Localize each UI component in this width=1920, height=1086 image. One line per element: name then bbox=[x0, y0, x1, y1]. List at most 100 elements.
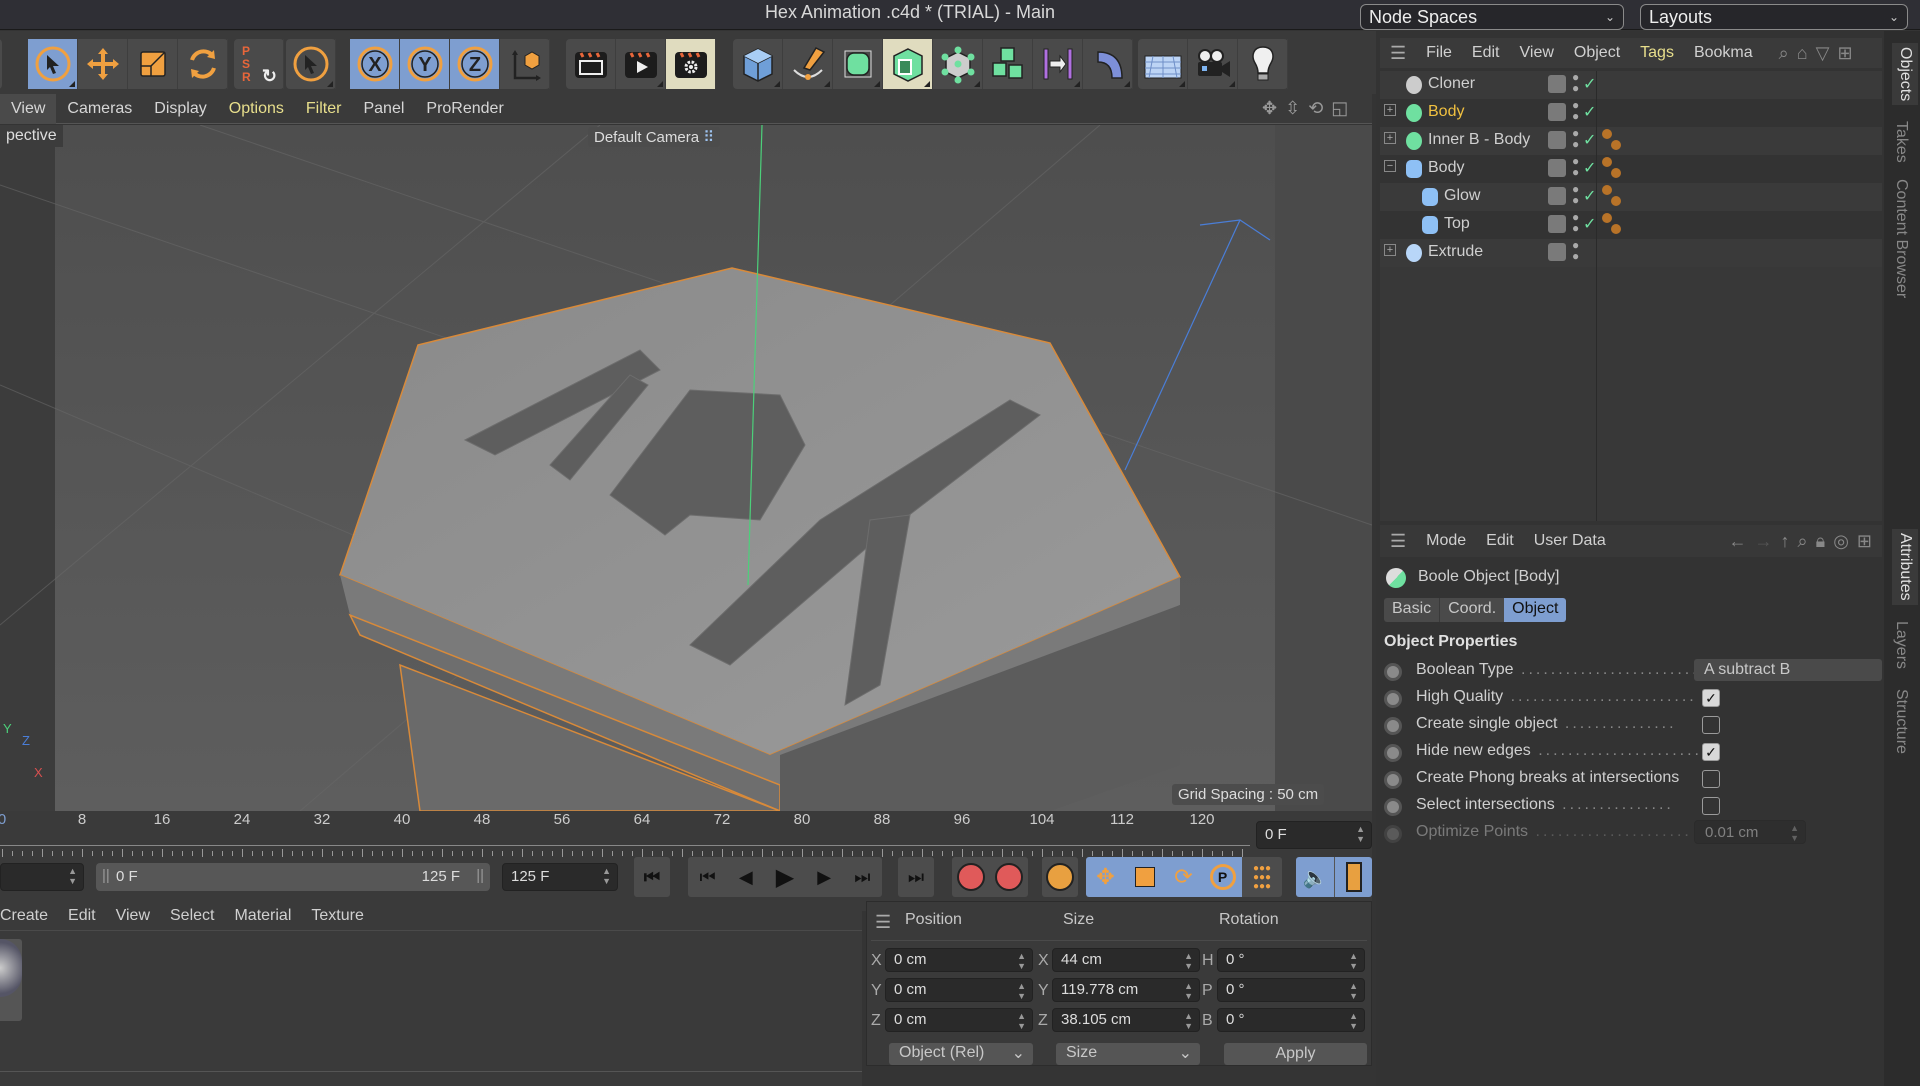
material-menu-view[interactable]: View bbox=[106, 907, 160, 925]
layer-toggle-icon[interactable] bbox=[1548, 187, 1566, 205]
camera-label[interactable]: Default Camera ⠿ bbox=[588, 127, 721, 147]
attributes-menu-mode[interactable]: Mode bbox=[1416, 532, 1476, 550]
floor-button[interactable] bbox=[1138, 39, 1188, 89]
animate-radio-icon[interactable] bbox=[1384, 825, 1402, 843]
key-scale-icon[interactable] bbox=[1125, 857, 1164, 897]
animate-radio-icon[interactable] bbox=[1384, 798, 1402, 816]
stepper-icon[interactable]: ▲ ▼ bbox=[1349, 951, 1358, 971]
z-axis-lock-button[interactable]: Z bbox=[450, 39, 500, 89]
attributes-tab-object[interactable]: Object bbox=[1504, 598, 1567, 622]
enabled-check-icon[interactable]: ✓ bbox=[1583, 186, 1596, 206]
visibility-dots-icon[interactable]: ● ● bbox=[1572, 239, 1579, 262]
visibility-dots-icon[interactable]: ● ● bbox=[1572, 211, 1579, 234]
key-position-icon[interactable]: ✥ bbox=[1086, 857, 1125, 897]
x-axis-lock-button[interactable]: X bbox=[350, 39, 400, 89]
objects-menu-file[interactable]: File bbox=[1416, 44, 1462, 62]
viewport-menu-prorender[interactable]: ProRender bbox=[415, 94, 514, 124]
material-tag-icon[interactable] bbox=[1602, 157, 1624, 181]
object-row[interactable]: + Body ● ● ✓ bbox=[1380, 99, 1882, 127]
next-frame-icon[interactable]: ▶ bbox=[817, 867, 831, 888]
stepper-icon[interactable]: ▲ ▼ bbox=[1017, 981, 1026, 1001]
attributes-tab-basic[interactable]: Basic bbox=[1384, 598, 1440, 622]
attributes-menu-user-data[interactable]: User Data bbox=[1524, 532, 1616, 550]
hamburger-icon[interactable]: ☰ bbox=[1380, 43, 1416, 64]
up-arrow-icon[interactable]: ↑ bbox=[1781, 531, 1790, 552]
render-picture-viewer-button[interactable] bbox=[616, 39, 666, 89]
material-swatch[interactable] bbox=[0, 939, 22, 1021]
camera-button[interactable] bbox=[1188, 39, 1238, 89]
range-handle-right[interactable]: || bbox=[476, 867, 484, 884]
back-arrow-icon[interactable]: ← bbox=[1729, 531, 1747, 552]
object-row[interactable]: + Inner B - Body ● ● ✓ bbox=[1380, 127, 1882, 155]
material-menu-texture[interactable]: Texture bbox=[301, 907, 373, 925]
hamburger-icon[interactable]: ☰ bbox=[875, 912, 891, 933]
enabled-check-icon[interactable]: ✓ bbox=[1583, 158, 1596, 178]
max-frame-field[interactable]: 125 F ▲ ▼ bbox=[502, 863, 618, 891]
play-icon[interactable]: ▶ bbox=[776, 863, 794, 892]
psr-button[interactable]: P S R ↻ bbox=[234, 39, 284, 89]
stepper-icon[interactable]: ▲ ▼ bbox=[1184, 981, 1193, 1001]
objects-menu-object[interactable]: Object bbox=[1564, 44, 1630, 62]
scale-tool-button[interactable] bbox=[128, 39, 178, 89]
record-key-icon[interactable] bbox=[957, 863, 985, 891]
forward-arrow-icon[interactable]: → bbox=[1755, 531, 1773, 552]
optimize-points-field[interactable]: 0.01 cm ▲ ▼ bbox=[1694, 820, 1806, 844]
collapse-icon[interactable]: − bbox=[1384, 160, 1396, 172]
coord-mode-select[interactable]: Object (Rel) ⌄ bbox=[889, 1043, 1033, 1065]
objects-menu-view[interactable]: View bbox=[1510, 44, 1564, 62]
viewport-menu-view[interactable]: View bbox=[0, 93, 57, 124]
layer-toggle-icon[interactable] bbox=[1548, 131, 1566, 149]
move-tool-button[interactable] bbox=[78, 39, 128, 89]
property-checkbox[interactable] bbox=[1702, 716, 1720, 734]
animate-radio-icon[interactable] bbox=[1384, 690, 1402, 708]
sound-icon[interactable]: 🔈 bbox=[1296, 857, 1334, 897]
layer-toggle-icon[interactable] bbox=[1548, 159, 1566, 177]
cloner-button[interactable] bbox=[933, 39, 983, 89]
coord-value-field[interactable]: 0 cm ▲ ▼ bbox=[885, 978, 1033, 1002]
hamburger-icon[interactable]: ☰ bbox=[1380, 531, 1416, 552]
tab-layers[interactable]: Layers bbox=[1892, 621, 1910, 669]
layouts-select[interactable]: Layouts ⌄ bbox=[1640, 4, 1908, 30]
current-frame-field[interactable]: 0 F ▲ ▼ bbox=[1256, 821, 1372, 849]
enabled-check-icon[interactable]: ✓ bbox=[1583, 102, 1596, 122]
orbit-icon[interactable]: ⟲ bbox=[1308, 98, 1323, 119]
home-icon[interactable]: ⌂ bbox=[1797, 43, 1808, 64]
search-icon[interactable]: ⌕ bbox=[1779, 43, 1789, 64]
animate-radio-icon[interactable] bbox=[1384, 744, 1402, 762]
objects-menu-bookmarks[interactable]: Bookma bbox=[1684, 44, 1763, 62]
stepper-icon[interactable]: ▲ ▼ bbox=[1349, 981, 1358, 1001]
maximize-view-icon[interactable]: ◱ bbox=[1331, 98, 1348, 119]
cube-button[interactable] bbox=[733, 39, 783, 89]
live-selection-button[interactable] bbox=[286, 39, 336, 89]
subdivision-surface-button[interactable] bbox=[833, 39, 883, 89]
enabled-check-icon[interactable]: ✓ bbox=[1583, 74, 1596, 94]
prev-frame-icon[interactable]: ◀ bbox=[739, 867, 753, 888]
stepper-icon[interactable]: ▲ ▼ bbox=[1790, 823, 1799, 843]
coord-size-select[interactable]: Size ⌄ bbox=[1056, 1043, 1200, 1065]
y-axis-lock-button[interactable]: Y bbox=[400, 39, 450, 89]
object-row[interactable]: − Body ● ● ✓ bbox=[1380, 155, 1882, 183]
render-settings-button[interactable] bbox=[666, 39, 716, 89]
light-button[interactable] bbox=[1238, 39, 1288, 89]
target-icon[interactable]: ◎ bbox=[1833, 531, 1849, 552]
pan-icon[interactable]: ✥ bbox=[1262, 98, 1277, 119]
viewport-menu-display[interactable]: Display bbox=[143, 94, 217, 124]
property-checkbox[interactable]: ✓ bbox=[1702, 689, 1720, 707]
tab-objects[interactable]: Objects bbox=[1892, 43, 1918, 106]
animate-radio-icon[interactable] bbox=[1384, 663, 1402, 681]
3d-viewport[interactable]: pective Default Camera ⠿ Grid Spacing : … bbox=[0, 125, 1372, 811]
select-tool-button[interactable] bbox=[28, 39, 78, 89]
key-rotation-icon[interactable]: ⟳ bbox=[1164, 857, 1203, 897]
new-panel-icon[interactable]: ⊞ bbox=[1857, 531, 1872, 552]
search-icon[interactable]: ⌕ bbox=[1798, 531, 1808, 552]
coord-value-field[interactable]: 119.778 cm ▲ ▼ bbox=[1052, 978, 1200, 1002]
visibility-dots-icon[interactable]: ● ● bbox=[1572, 127, 1579, 150]
coord-value-field[interactable]: 0 cm ▲ ▼ bbox=[885, 1008, 1033, 1032]
projection-label[interactable]: pective bbox=[0, 125, 63, 147]
stepper-icon[interactable]: ▲ ▼ bbox=[1017, 951, 1026, 971]
stepper-icon[interactable]: ▲ ▼ bbox=[1356, 824, 1365, 844]
stepper-icon[interactable]: ▲ ▼ bbox=[1349, 1011, 1358, 1031]
coord-value-field[interactable]: 0 ° ▲ ▼ bbox=[1217, 978, 1365, 1002]
enabled-check-icon[interactable]: ✓ bbox=[1583, 214, 1596, 234]
object-row[interactable]: Glow ● ● ✓ bbox=[1380, 183, 1882, 211]
